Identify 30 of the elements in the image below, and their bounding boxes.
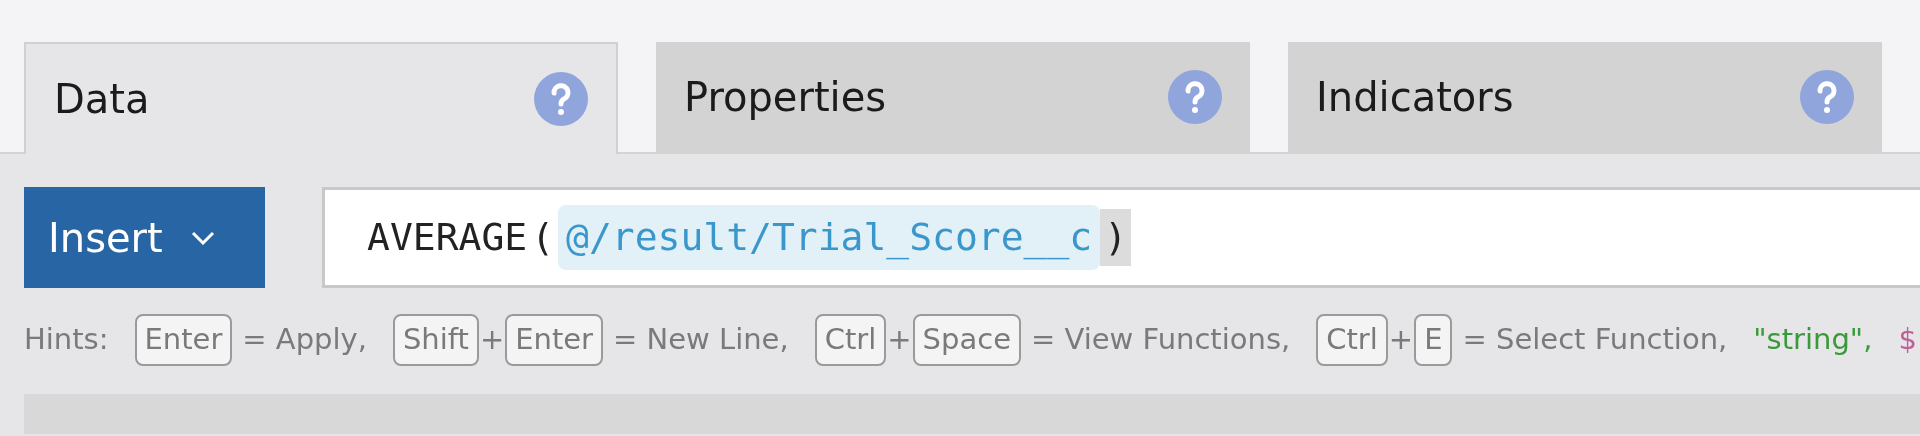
tab[interactable]: Indicators (1316, 67, 1514, 127)
key-cap: Enter (505, 314, 604, 366)
expression-field[interactable]: AVERAGE( @/result/Trial_Score__c ) (322, 187, 1920, 288)
symbol-hint: $ (1898, 321, 1917, 359)
key-cap: E (1414, 314, 1453, 366)
help-icon[interactable] (1800, 70, 1854, 124)
caret-icon (190, 230, 215, 245)
help-icon[interactable] (1168, 70, 1222, 124)
plus-sign: + (886, 321, 913, 359)
tab[interactable]: Properties (684, 67, 887, 127)
insert-button[interactable]: Insert (24, 187, 265, 288)
function-name: AVERAGE (367, 214, 528, 261)
hint-text: = Select Function, (1462, 321, 1728, 359)
parenthesis: ( (530, 214, 556, 261)
plus-sign: + (1387, 321, 1415, 359)
hint-text: = Apply, (242, 321, 367, 359)
help-icon[interactable] (534, 72, 588, 126)
key-cap: Ctrl (814, 314, 887, 366)
string-hint: "string", (1753, 321, 1873, 359)
plus-sign: + (478, 321, 506, 359)
tab[interactable]: Data (54, 69, 150, 129)
field-reference: @/result/Trial_Score__c (558, 205, 1101, 270)
parenthesis: ) (1100, 209, 1132, 266)
key-cap: Enter (134, 314, 233, 366)
key-cap: Shift (392, 314, 479, 366)
hint-text: = New Line, (613, 321, 789, 359)
hints-label: Hints: (24, 321, 109, 359)
hint-text: = View Functions, (1031, 321, 1291, 359)
key-cap: Ctrl (1316, 314, 1388, 366)
key-cap: Space (912, 314, 1021, 366)
